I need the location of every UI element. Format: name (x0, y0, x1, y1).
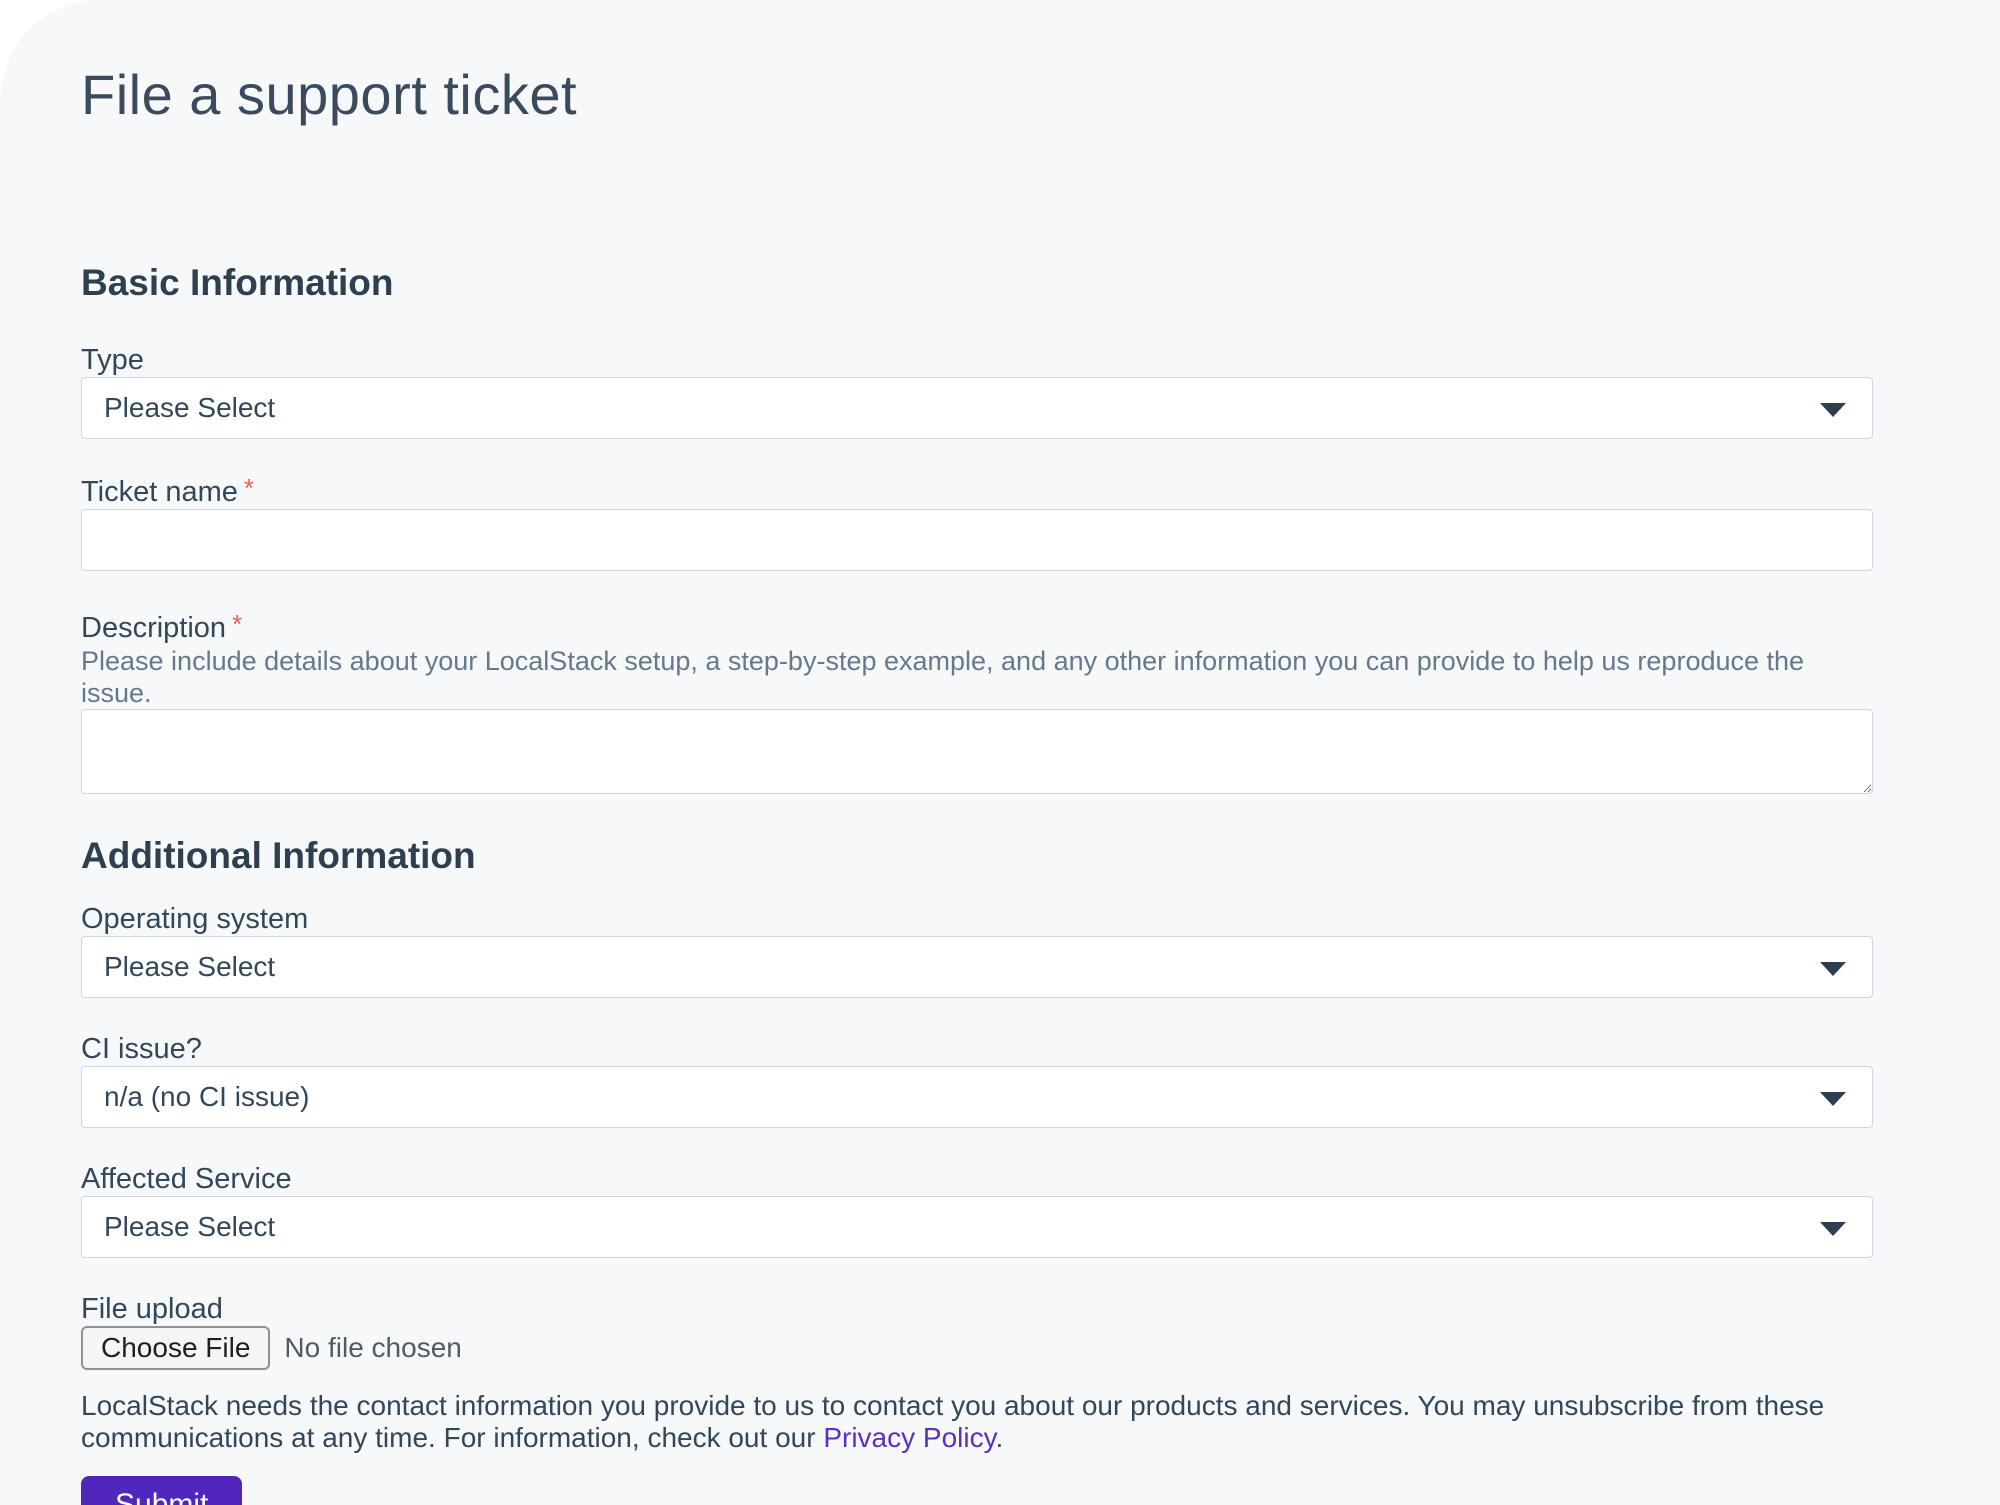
description-textarea[interactable] (81, 709, 1873, 794)
description-label: Description* (81, 607, 1873, 645)
chevron-down-icon (1820, 403, 1846, 417)
consent-text-after: . (996, 1422, 1004, 1453)
required-asterisk: * (244, 473, 254, 503)
section-heading-additional-information: Additional Information (81, 834, 1873, 878)
affected-service-select[interactable]: Please Select (81, 1196, 1873, 1258)
consent-text: LocalStack needs the contact information… (81, 1390, 1873, 1454)
section-heading-basic-information: Basic Information (81, 261, 1873, 305)
privacy-policy-link[interactable]: Privacy Policy (823, 1422, 995, 1453)
support-ticket-form: File a support ticket Basic Information … (0, 62, 2000, 1505)
operating-system-label: Operating system (81, 902, 1873, 936)
file-upload-label: File upload (81, 1292, 1873, 1326)
ci-issue-label: CI issue? (81, 1032, 1873, 1066)
description-label-text: Description (81, 612, 226, 644)
operating-system-select-value: Please Select (104, 951, 275, 983)
description-help-text: Please include details about your LocalS… (81, 645, 1873, 709)
type-select[interactable]: Please Select (81, 377, 1873, 439)
chevron-down-icon (1820, 962, 1846, 976)
ticket-name-input[interactable] (81, 509, 1873, 571)
required-asterisk: * (232, 609, 242, 639)
type-select-value: Please Select (104, 392, 275, 424)
ci-issue-select-value: n/a (no CI issue) (104, 1081, 309, 1113)
page-title: File a support ticket (81, 62, 1873, 127)
affected-service-select-value: Please Select (104, 1211, 275, 1243)
submit-button[interactable]: Submit (81, 1476, 242, 1505)
ci-issue-select[interactable]: n/a (no CI issue) (81, 1066, 1873, 1128)
ticket-name-label-text: Ticket name (81, 476, 238, 508)
operating-system-select[interactable]: Please Select (81, 936, 1873, 998)
ticket-name-label: Ticket name* (81, 471, 1873, 509)
chevron-down-icon (1820, 1092, 1846, 1106)
choose-file-button[interactable]: Choose File (81, 1326, 270, 1370)
file-upload-input[interactable]: Choose File No file chosen (81, 1326, 1873, 1370)
chevron-down-icon (1820, 1222, 1846, 1236)
page-background: File a support ticket Basic Information … (0, 0, 2000, 1505)
type-label: Type (81, 343, 1873, 377)
affected-service-label: Affected Service (81, 1162, 1873, 1196)
file-chosen-status: No file chosen (284, 1332, 461, 1364)
